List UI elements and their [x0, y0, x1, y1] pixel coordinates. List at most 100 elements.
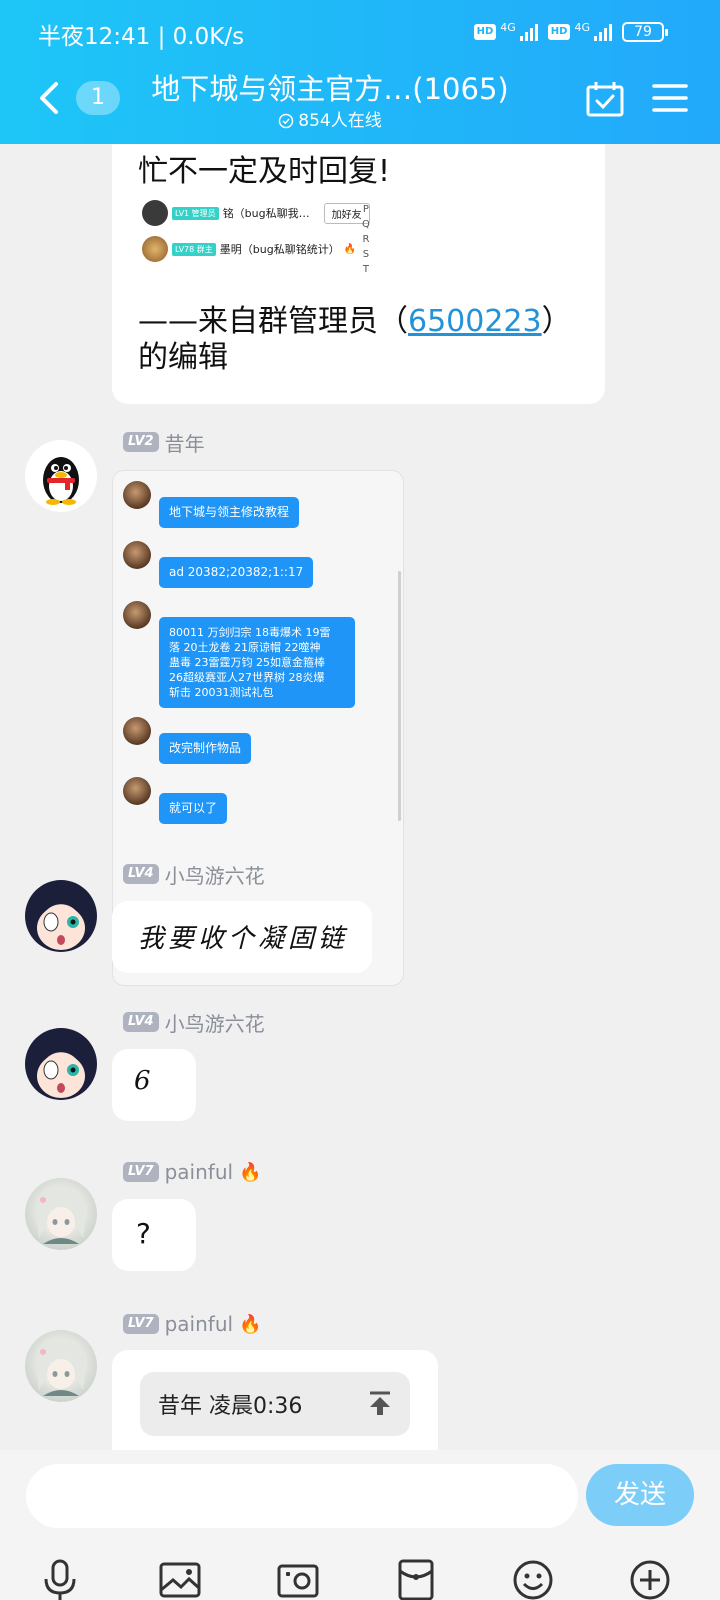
- sender-nickname[interactable]: 小鸟游六花: [165, 1008, 265, 1037]
- notice-footer-suffix: ）: [541, 304, 572, 339]
- anime-face-icon: [31, 886, 91, 950]
- alpha-letter: P: [362, 204, 369, 215]
- member-avatar: [142, 236, 168, 262]
- signal-icon-2: [594, 23, 612, 41]
- screenshot-message: 改完制作物品: [123, 717, 252, 764]
- network-label: 4G: [500, 20, 516, 34]
- hd-icon: HD: [473, 24, 497, 40]
- notice-bubble[interactable]: 忙不一定及时回复! LV1 管理员 铭（bug私聊我… 加好友 LV78 群主 …: [112, 144, 605, 404]
- alpha-letter: R: [362, 234, 370, 245]
- message-text: ?: [136, 1217, 151, 1250]
- sender-info: LV2 昔年: [123, 428, 205, 457]
- quote-text: 昔年 凌晨0:36: [158, 1394, 303, 1419]
- reply-quote[interactable]: 昔年 凌晨0:36: [140, 1372, 410, 1436]
- screenshot-message: 地下城与领主修改教程: [123, 481, 300, 528]
- message-bubble[interactable]: ?: [112, 1199, 196, 1271]
- online-count: 854人在线: [140, 106, 520, 131]
- screenshot-bubble: 改完制作物品: [159, 733, 252, 764]
- jump-to-message-icon[interactable]: [368, 1391, 392, 1417]
- calendar-check-icon[interactable]: [585, 80, 625, 118]
- screenshot-bubble: 80011 万剑归宗 18毒爆术 19雷 落 20土龙卷 21原谅帽 22噬神 …: [159, 617, 355, 708]
- screenshot-scrollbar: [398, 571, 401, 821]
- sender-nickname[interactable]: 小鸟游六花: [165, 860, 265, 889]
- screenshot-bubble: ad 20382;20382;1::17: [159, 557, 314, 588]
- notice-line: 忙不一定及时回复!: [138, 154, 391, 189]
- sender-nickname[interactable]: painful: [165, 1160, 233, 1184]
- message-input[interactable]: [26, 1464, 578, 1528]
- level-badge: LV4: [123, 864, 159, 884]
- status-icons: HD 4G HD 4G 79: [473, 20, 668, 44]
- send-button[interactable]: 发送: [586, 1464, 694, 1526]
- network-label-2: 4G: [574, 20, 590, 34]
- status-bar: 半夜12:41 | 0.0K/s HD 4G HD 4G 79: [0, 0, 720, 62]
- battery-icon: 79: [622, 22, 668, 42]
- message-bubble[interactable]: 6: [112, 1049, 196, 1121]
- sender-info: LV7 painful 🔥: [123, 1160, 262, 1184]
- chat-area[interactable]: 忙不一定及时回复! LV1 管理员 铭（bug私聊我… 加好友 LV78 群主 …: [0, 144, 720, 1450]
- member-avatar: [142, 200, 168, 226]
- screenshot-message: ad 20382;20382;1::17: [123, 541, 314, 588]
- level-badge: LV4: [123, 1012, 159, 1032]
- sender-info: LV7 painful 🔥: [123, 1312, 262, 1336]
- alpha-letter: S: [362, 249, 370, 260]
- member-level-tag: LV78 群主: [172, 242, 216, 256]
- notice-member-row: LV78 群主 墨明（bug私聊铭统计） 🔥: [142, 236, 356, 262]
- anime-face-icon: [35, 1338, 87, 1396]
- sender-info: LV4 小鸟游六花: [123, 860, 265, 889]
- screenshot-avatar: [123, 481, 151, 509]
- emoji-icon[interactable]: [511, 1558, 555, 1600]
- status-time: 半夜12:41 | 0.0K/s: [38, 24, 245, 50]
- level-badge: LV2: [123, 432, 159, 452]
- menu-icon[interactable]: [652, 82, 688, 114]
- signal-icon: [519, 23, 538, 41]
- level-badge: LV7: [123, 1314, 159, 1334]
- fire-icon: 🔥: [239, 1313, 262, 1335]
- screenshot-avatar: [123, 717, 151, 745]
- screenshot-avatar: [123, 601, 151, 629]
- avatar-silver-hair-girl[interactable]: [25, 1330, 97, 1402]
- screenshot-message: 80011 万剑归宗 18毒爆术 19雷 落 20土龙卷 21原谅帽 22噬神 …: [123, 601, 355, 708]
- input-bar: 发送: [0, 1450, 720, 1600]
- avatar-qq-penguin[interactable]: [25, 440, 97, 512]
- mic-icon[interactable]: [38, 1558, 82, 1600]
- red-packet-icon[interactable]: [394, 1558, 438, 1600]
- fire-icon: 🔥: [239, 1161, 262, 1183]
- level-badge: LV7: [123, 1162, 159, 1182]
- sender-nickname[interactable]: 昔年: [165, 428, 205, 457]
- avatar-anime-girl[interactable]: [25, 880, 97, 952]
- member-name: 铭（bug私聊我…: [222, 207, 310, 220]
- avatar-anime-girl[interactable]: [25, 1028, 97, 1100]
- unread-count-badge[interactable]: 1: [76, 81, 120, 115]
- screenshot-message: 就可以了: [123, 777, 228, 824]
- online-count-label: 854人在线: [298, 111, 382, 131]
- plus-icon[interactable]: [628, 1558, 672, 1600]
- screenshot-avatar: [123, 777, 151, 805]
- sender-info: LV4 小鸟游六花: [123, 1008, 265, 1037]
- camera-icon[interactable]: [276, 1558, 320, 1600]
- message-text: 6: [134, 1066, 155, 1096]
- hd-icon-2: HD: [547, 24, 571, 40]
- back-arrow-icon[interactable]: [34, 80, 68, 116]
- sender-nickname[interactable]: painful: [165, 1312, 233, 1336]
- penguin-icon: [43, 457, 79, 505]
- group-title[interactable]: 地下城与领主官方…(1065): [140, 66, 520, 108]
- message-text: 我要收个凝固链: [138, 924, 349, 954]
- alpha-letter: Q: [362, 219, 370, 230]
- member-level-tag: LV1 管理员: [172, 206, 219, 220]
- admin-id-link[interactable]: 6500223: [408, 304, 542, 339]
- chat-header: 半夜12:41 | 0.0K/s HD 4G HD 4G 79 1 地下城与领主…: [0, 0, 720, 144]
- avatar-silver-hair-girl[interactable]: [25, 1178, 97, 1250]
- screenshot-bubble: 地下城与领主修改教程: [159, 497, 300, 528]
- fire-icon: 🔥: [343, 243, 357, 255]
- image-icon[interactable]: [158, 1558, 202, 1600]
- alpha-letter: T: [362, 264, 369, 275]
- anime-face-icon: [31, 1034, 91, 1098]
- screenshot-bubble: 就可以了: [159, 793, 228, 824]
- alphabet-index: P Q R S T: [362, 202, 370, 277]
- message-bubble[interactable]: 昔年 凌晨0:36: [112, 1350, 438, 1450]
- member-name: 墨明（bug私聊铭统计）: [219, 243, 340, 256]
- online-check-icon: [279, 113, 294, 129]
- message-bubble[interactable]: 我要收个凝固链: [112, 901, 372, 973]
- notice-footer-line2: 的编辑: [138, 340, 228, 375]
- anime-face-icon: [35, 1186, 87, 1244]
